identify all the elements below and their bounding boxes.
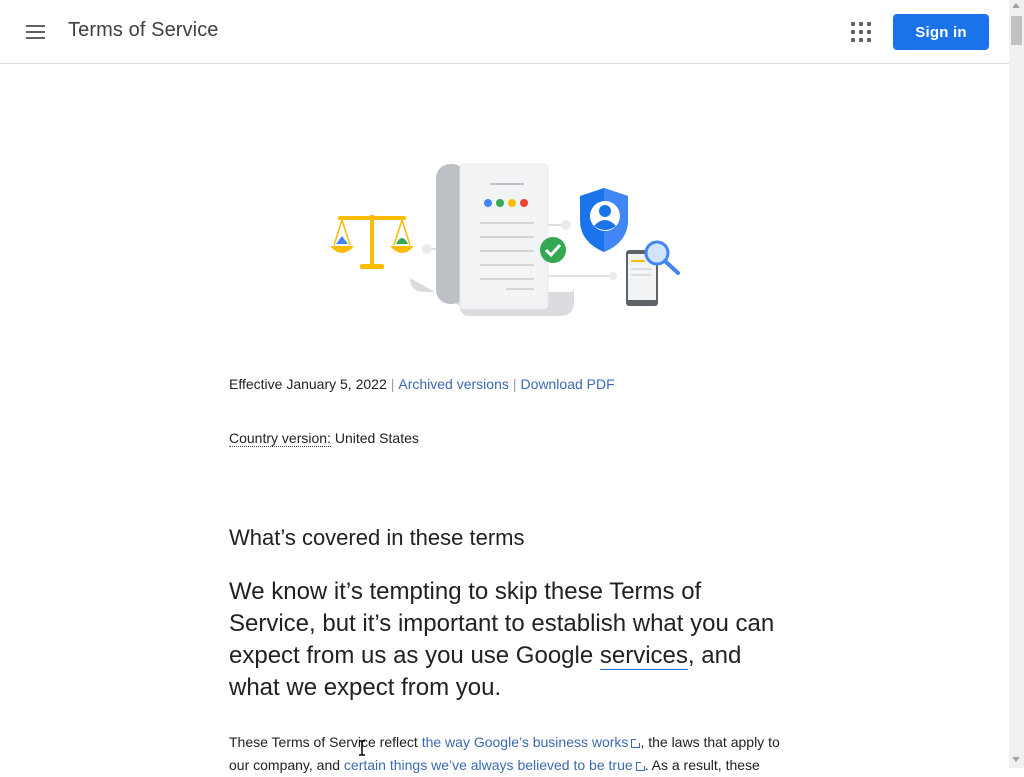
external-link-icon	[631, 739, 641, 748]
country-version-value: United States	[334, 430, 419, 446]
beliefs-label: certain things we’ve always believed to …	[343, 757, 633, 773]
section-heading: What’s covered in these terms	[229, 525, 525, 550]
separator: |	[512, 376, 517, 392]
country-version-label[interactable]: Country version:	[229, 430, 331, 447]
page-title: Terms of Service	[68, 19, 219, 41]
terms-hero-illustration-icon	[330, 163, 680, 316]
body-paragraph: These Terms of Service reflect the way G…	[229, 731, 789, 777]
external-link-icon	[635, 762, 645, 771]
effective-date-line: Effective January 5, 2022 | Archived versi…	[229, 376, 615, 392]
business-works-label: the way Google’s business works	[421, 734, 629, 750]
body-text: These Terms of Service reflect	[229, 734, 422, 750]
separator: |	[390, 376, 395, 392]
top-app-bar: Terms of Service Sign in	[0, 0, 1009, 64]
download-pdf-link[interactable]: Download PDF	[521, 376, 615, 392]
country-version: Country version: United States	[229, 430, 419, 447]
services-link[interactable]: services	[599, 642, 688, 670]
apps-grid-icon[interactable]	[849, 20, 873, 44]
beliefs-link[interactable]: certain things we’ve always believed to …	[344, 757, 645, 773]
body-text: . As a result, these	[644, 757, 760, 773]
scroll-up-arrow-icon[interactable]	[1012, 3, 1020, 8]
scroll-down-arrow-icon[interactable]	[1012, 757, 1020, 762]
business-works-link[interactable]: the way Google’s business works	[422, 734, 641, 750]
intro-lead: We know it’s tempting to skip these Term…	[229, 576, 789, 704]
text-cursor-icon	[359, 740, 365, 756]
archived-versions-link[interactable]: Archived versions	[398, 376, 509, 392]
effective-date: Effective January 5, 2022	[229, 376, 387, 392]
scroll-thumb[interactable]	[1011, 16, 1022, 45]
sign-in-button[interactable]: Sign in	[893, 14, 989, 50]
vertical-scrollbar[interactable]	[1009, 0, 1024, 768]
hamburger-menu-icon[interactable]	[24, 20, 48, 44]
